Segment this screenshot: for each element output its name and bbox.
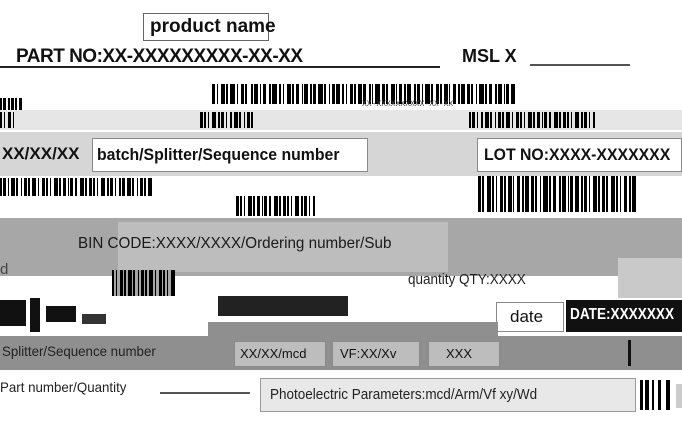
left-block-d bbox=[82, 314, 106, 324]
left-block-b bbox=[30, 298, 40, 332]
lot-number-text: LOT NO:XXXX-XXXXXXX bbox=[484, 145, 671, 164]
part-quantity-line bbox=[160, 392, 250, 394]
part-number-quantity: Part number/Quantity bbox=[0, 380, 133, 394]
right-edge-mark bbox=[676, 384, 682, 408]
quantity-bar bbox=[218, 296, 348, 316]
lot-number: LOT NO:XXXX-XXXXXXX bbox=[484, 146, 682, 163]
bottom-sequence: Splitter/Sequence number bbox=[2, 344, 164, 358]
part-number-underline bbox=[0, 66, 440, 68]
product-name: product name bbox=[150, 16, 276, 37]
quantity-text: quantity QTY:XXXX bbox=[408, 271, 526, 288]
bottom-band-top bbox=[208, 322, 498, 336]
barcode-date-batch bbox=[0, 178, 222, 196]
barcode-part-number-caption: XX-XXXXXXXXXX-XX-XX bbox=[362, 100, 454, 109]
batch-sequence: batch/Splitter/Sequence number bbox=[97, 146, 358, 163]
part-number-quantity-text: Part number/Quantity bbox=[0, 379, 127, 395]
part-number: PART NO:XX-XXXXXXXXX-XX-XX bbox=[16, 46, 303, 67]
msl-level: MSL X bbox=[462, 46, 517, 66]
barcode-lot bbox=[478, 176, 682, 212]
quantity: quantity QTY:XXXX bbox=[408, 272, 539, 287]
date-value: DATE:XXXXXXX bbox=[570, 307, 682, 323]
bottom-right-bar bbox=[628, 340, 631, 366]
photoelectric-params-text: Photoelectric Parameters:mcd/Arm/Vf xy/W… bbox=[270, 386, 538, 403]
code-3: XXX bbox=[446, 346, 473, 361]
product-label: product name PART NO:XX-XXXXXXXXX-XX-XX … bbox=[0, 0, 682, 426]
left-fragment: d bbox=[0, 261, 9, 278]
code-1: XX/XX/mcd bbox=[240, 346, 307, 361]
photoelectric-params: Photoelectric Parameters:mcd/Arm/Vf xy/W… bbox=[270, 387, 567, 402]
batch-sequence-text: batch/Splitter/Sequence number bbox=[97, 145, 340, 164]
barcode-photoelectric bbox=[640, 380, 670, 410]
right-qty-panel bbox=[618, 258, 682, 298]
bin-code-text: BIN CODE:XXXX/XXXX/Ordering number/Sub bbox=[78, 235, 392, 252]
date-value-text: DATE:XXXXXXX bbox=[570, 306, 675, 323]
left-block-a bbox=[0, 300, 26, 326]
bottom-sequence-text: Splitter/Sequence number bbox=[2, 343, 156, 359]
barcode-row2 bbox=[0, 112, 682, 128]
barcode-quantity-left bbox=[112, 270, 196, 296]
bin-code: BIN CODE:XXXX/XXXX/Ordering number/Sub bbox=[78, 236, 408, 252]
faint-line bbox=[530, 64, 630, 66]
date-label: date bbox=[510, 307, 544, 326]
code-2: VF:XX/Xv bbox=[340, 346, 397, 361]
left-block-c bbox=[46, 306, 76, 322]
date-code: XX/XX/XX bbox=[2, 144, 80, 163]
barcode-batch-right bbox=[236, 196, 346, 216]
